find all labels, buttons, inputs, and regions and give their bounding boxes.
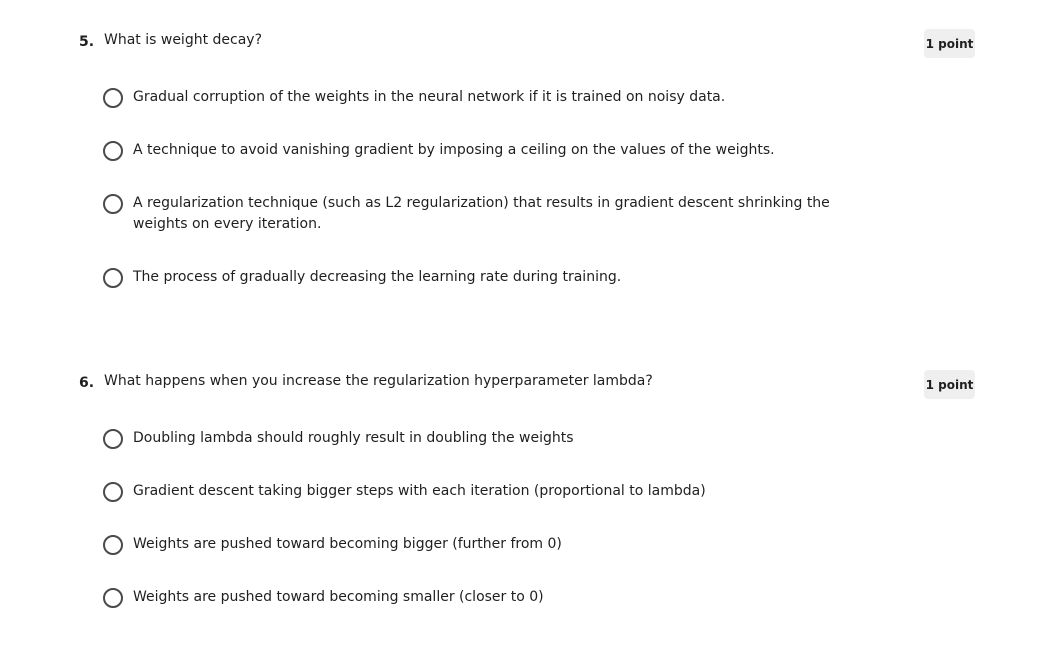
radio-button[interactable] <box>103 268 123 288</box>
points-badge: 1 point <box>924 370 975 399</box>
answer-option-label[interactable]: Gradient descent taking bigger steps wit… <box>133 481 863 502</box>
radio-button[interactable] <box>103 535 123 555</box>
question-number: 6. <box>79 375 95 391</box>
answer-option-label[interactable]: The process of gradually decreasing the … <box>133 267 863 288</box>
points-badge: 1 point <box>924 29 975 58</box>
question-prompt: What happens when you increase the regul… <box>104 373 653 389</box>
answer-option-label[interactable]: Weights are pushed toward becoming small… <box>133 587 863 608</box>
radio-button[interactable] <box>103 588 123 608</box>
radio-button[interactable] <box>103 482 123 502</box>
radio-button[interactable] <box>103 141 123 161</box>
radio-button[interactable] <box>103 194 123 214</box>
answer-option-label[interactable]: Weights are pushed toward becoming bigge… <box>133 534 863 555</box>
answer-option-label[interactable]: Doubling lambda should roughly result in… <box>133 428 863 449</box>
answer-option-label[interactable]: A regularization technique (such as L2 r… <box>133 193 863 235</box>
question-prompt: What is weight decay? <box>104 32 263 48</box>
radio-button[interactable] <box>103 88 123 108</box>
question-number: 5. <box>79 34 95 50</box>
answer-option-label[interactable]: A technique to avoid vanishing gradient … <box>133 140 863 161</box>
answer-option-label[interactable]: Gradual corruption of the weights in the… <box>133 87 863 108</box>
radio-button[interactable] <box>103 429 123 449</box>
